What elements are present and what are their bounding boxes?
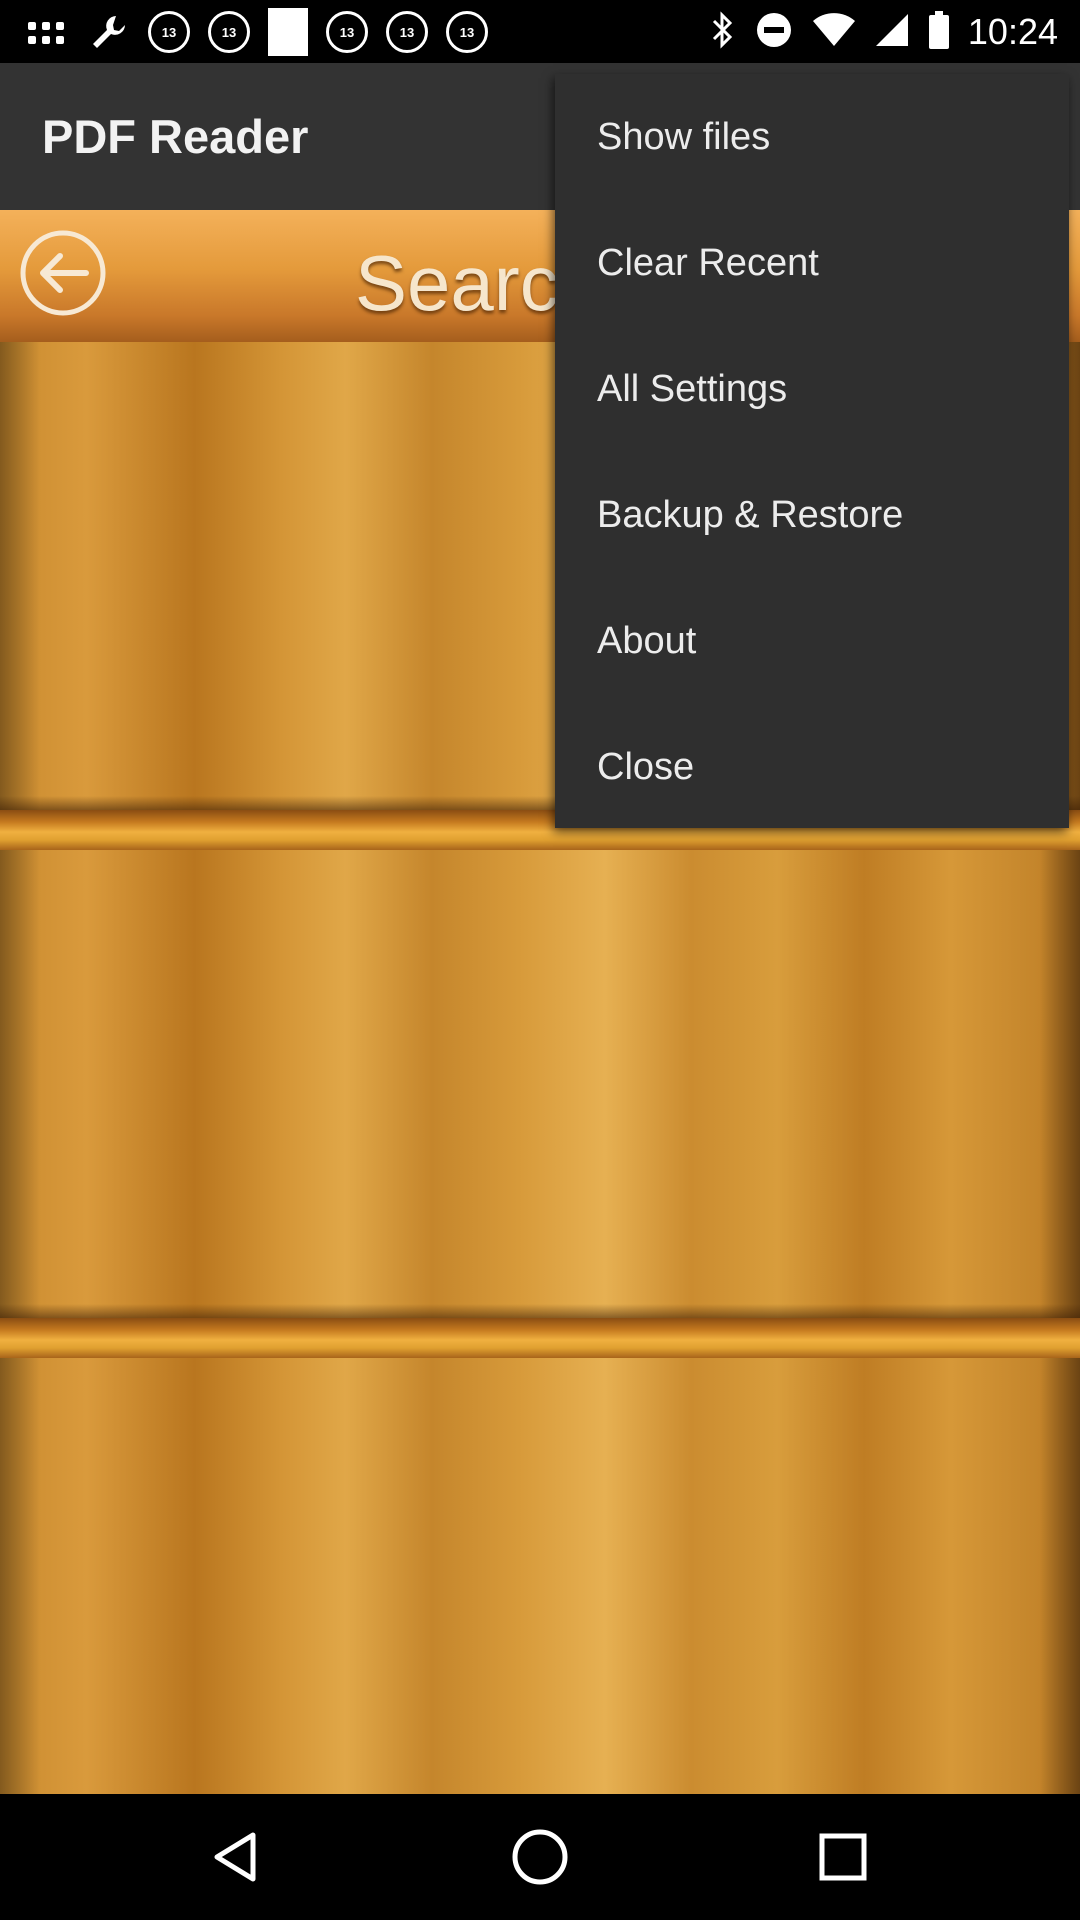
home-circle-icon <box>512 1829 568 1885</box>
menu-item-close[interactable]: Close <box>555 704 1069 830</box>
nav-recents-button[interactable] <box>810 1824 876 1890</box>
back-triangle-icon <box>214 1832 256 1882</box>
image-icon <box>268 8 308 56</box>
navigation-bar <box>0 1794 1080 1920</box>
shelf-3 <box>0 1358 1080 1794</box>
menu-item-clear-recent[interactable]: Clear Recent <box>555 200 1069 326</box>
signal-icon <box>874 12 910 53</box>
battery-icon <box>928 10 950 55</box>
wifi-icon <box>812 12 856 53</box>
bluetooth-icon <box>710 10 736 55</box>
back-arrow-icon <box>20 230 106 316</box>
clock: 10:24 <box>967 11 1058 52</box>
search-label[interactable]: Searc <box>355 238 559 329</box>
shelf-shadow <box>0 1304 1080 1318</box>
notification-icons: 13 13 13 13 13 <box>24 8 488 56</box>
back-button[interactable] <box>18 228 108 318</box>
wrench-icon <box>86 12 130 52</box>
status-bar: 13 13 13 13 13 10:24 <box>0 0 1080 63</box>
abc13-icon: 13 <box>386 11 428 53</box>
shelf-2 <box>0 850 1080 1318</box>
nav-back-button[interactable] <box>204 1824 270 1890</box>
abc13-icon: 13 <box>446 11 488 53</box>
overflow-menu: Show files Clear Recent All Settings Bac… <box>555 74 1069 828</box>
app-title: PDF Reader <box>42 110 309 163</box>
menu-item-show-files[interactable]: Show files <box>555 74 1069 200</box>
app-grid-icon <box>24 12 68 52</box>
abc13-icon: 13 <box>208 11 250 53</box>
recents-square-icon <box>819 1833 867 1881</box>
abc13-icon: 13 <box>148 11 190 53</box>
do-not-disturb-icon <box>754 10 794 55</box>
status-right: 10:24 <box>710 8 1058 56</box>
menu-item-about[interactable]: About <box>555 578 1069 704</box>
shelf-edge <box>0 1318 1080 1358</box>
menu-item-backup-restore[interactable]: Backup & Restore <box>555 452 1069 578</box>
nav-home-button[interactable] <box>507 1824 573 1890</box>
abc13-icon: 13 <box>326 11 368 53</box>
menu-item-all-settings[interactable]: All Settings <box>555 326 1069 452</box>
